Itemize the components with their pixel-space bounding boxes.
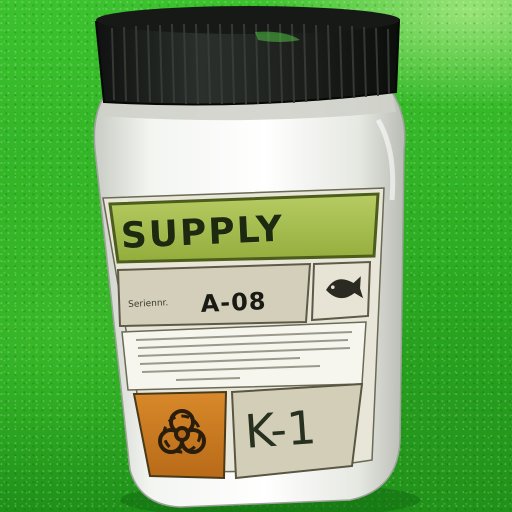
code-prefix: Seriennr.	[128, 298, 169, 310]
code-text: A-08	[200, 287, 268, 318]
lid-top	[96, 6, 400, 34]
unit-text: K-1	[243, 400, 318, 459]
supply-title: SUPPLY	[120, 208, 286, 257]
